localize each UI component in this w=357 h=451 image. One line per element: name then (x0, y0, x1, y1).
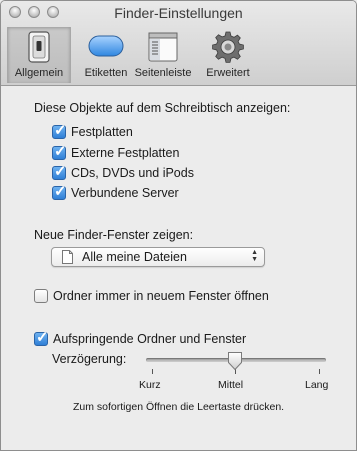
new-window-select[interactable]: Alle meine Dateien ▲ ▼ (51, 247, 265, 267)
document-icon (62, 250, 73, 269)
checkbox-externe-festplatten[interactable]: ✓ (52, 143, 67, 160)
label-icon (88, 34, 124, 61)
tab-label: Etiketten (84, 67, 128, 79)
slider-mid-label: Mittel (218, 379, 244, 391)
slider-tick (152, 369, 153, 374)
delay-label: Verzögerung: (52, 352, 127, 366)
gear-icon (212, 31, 244, 66)
checkbox-cds-dvds-ipods[interactable]: ✓ (52, 163, 67, 180)
switch-icon (27, 31, 51, 66)
checkbox-festplatten[interactable]: ✓ (52, 122, 67, 139)
checkbox-label: Festplatten (71, 125, 133, 139)
checkbox-label: Aufspringende Ordner und Fenster (53, 332, 247, 346)
slider-max-label: Lang (305, 379, 329, 391)
tab-label: Allgemein (14, 67, 64, 79)
slider-min-label: Kurz (139, 379, 161, 391)
desktop-items-heading: Diese Objekte auf dem Schreibtisch anzei… (34, 101, 291, 115)
finder-preferences-window: Finder-Einstellungen Allgemein Etiketten… (0, 0, 357, 451)
sidebar-icon (147, 31, 179, 66)
toolbar: Finder-Einstellungen Allgemein Etiketten… (1, 1, 356, 86)
new-window-heading: Neue Finder-Fenster zeigen: (34, 228, 194, 242)
tab-label: Erweitert (206, 67, 250, 79)
select-arrows-icon: ▲ ▼ (251, 249, 258, 263)
tab-seitenleiste[interactable]: Seitenleiste (131, 27, 195, 83)
delay-slider-knob[interactable] (227, 351, 243, 371)
checkbox-open-new-window[interactable] (34, 289, 48, 303)
checkbox-label: CDs, DVDs und iPods (71, 166, 194, 180)
delay-hint: Zum sofortigen Öffnen die Leertaste drüc… (73, 401, 285, 413)
checkbox-verbundene-server[interactable]: ✓ (52, 183, 67, 200)
checkbox-label: Externe Festplatten (71, 146, 180, 160)
tab-label: Seitenleiste (134, 67, 192, 79)
select-value: Alle meine Dateien (82, 250, 187, 264)
tab-etiketten[interactable]: Etiketten (75, 27, 137, 83)
slider-tick (319, 369, 320, 374)
checkbox-spring-loaded[interactable]: ✓ (34, 329, 49, 346)
tab-allgemein[interactable]: Allgemein (7, 27, 71, 83)
tab-erweitert[interactable]: Erweitert (197, 27, 259, 83)
checkbox-label: Verbundene Server (71, 186, 179, 200)
window-title: Finder-Einstellungen (114, 5, 243, 21)
checkbox-label: Ordner immer in neuem Fenster öffnen (53, 289, 269, 303)
